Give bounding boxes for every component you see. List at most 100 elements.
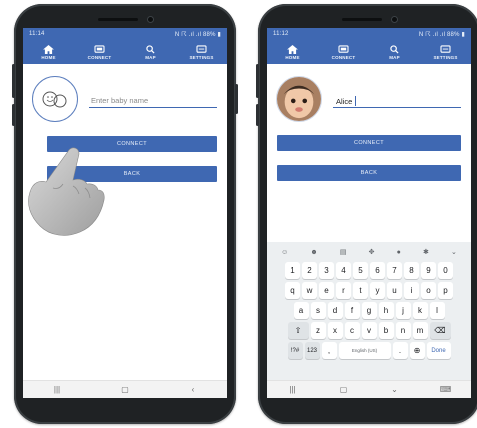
letter-key-y[interactable]: y: [370, 282, 385, 299]
nav-home-label: HOME: [285, 54, 300, 60]
connect-icon: [338, 44, 349, 53]
text-caret: [355, 96, 356, 106]
recents-icon[interactable]: |||: [283, 385, 303, 394]
nav-connect[interactable]: CONNECT: [76, 44, 124, 60]
left-screen: 11:14 N ☈ .ıl .ıl 88% ▮ HOME CONNECT MAP…: [23, 28, 227, 398]
power-button[interactable]: [235, 84, 238, 114]
letter-key-p[interactable]: p: [438, 282, 453, 299]
volume-down-button[interactable]: [256, 104, 259, 126]
settings-icon: [196, 44, 207, 53]
letter-key-d[interactable]: d: [327, 302, 343, 319]
home-icon: [43, 44, 54, 54]
number-key-2[interactable]: 2: [302, 262, 317, 279]
back-button[interactable]: BACK: [277, 165, 461, 181]
recents-icon[interactable]: |||: [47, 385, 67, 394]
letter-key-m[interactable]: m: [412, 322, 428, 339]
letter-key-u[interactable]: u: [387, 282, 402, 299]
home-nav-icon[interactable]: ▢: [115, 385, 135, 394]
volume-down-button[interactable]: [12, 104, 15, 126]
letter-key-g[interactable]: g: [361, 302, 377, 319]
letter-key-k[interactable]: k: [412, 302, 428, 319]
nav-home[interactable]: HOME: [25, 44, 73, 60]
letter-key-h[interactable]: h: [378, 302, 394, 319]
keyboard-bottom-row: !?# 123 , English (US) . ⊕ Done: [270, 342, 468, 359]
number-key-3[interactable]: 3: [319, 262, 334, 279]
globe-icon[interactable]: ⊕: [409, 342, 425, 359]
nav-map-label: MAP: [145, 54, 156, 60]
letter-key-i[interactable]: i: [404, 282, 419, 299]
keyboard-number-row: 1234567890: [270, 262, 468, 279]
letter-key-v[interactable]: v: [361, 322, 377, 339]
map-search-icon: [390, 44, 399, 54]
nav-home[interactable]: HOME: [269, 44, 317, 60]
letter-key-t[interactable]: t: [353, 282, 368, 299]
number-key-1[interactable]: 1: [285, 262, 300, 279]
top-bezel: [258, 12, 477, 26]
letter-key-w[interactable]: w: [302, 282, 317, 299]
letter-key-a[interactable]: a: [293, 302, 309, 319]
letter-key-f[interactable]: f: [344, 302, 360, 319]
keyboard-settings-icon[interactable]: ✱: [423, 248, 429, 256]
period-key[interactable]: .: [392, 342, 408, 359]
letter-key-r[interactable]: r: [336, 282, 351, 299]
right-screen: 11:12 N ☈ .ıl .ıl 88% ▮ HOME CONNECT MAP…: [267, 28, 471, 398]
baby-photo[interactable]: [276, 76, 322, 122]
connect-button[interactable]: CONNECT: [277, 135, 461, 151]
sticker-icon[interactable]: ☻: [310, 249, 317, 256]
emoji-icon[interactable]: ☺: [281, 249, 288, 256]
cursor-move-icon[interactable]: ✥: [369, 248, 375, 256]
number-key-8[interactable]: 8: [404, 262, 419, 279]
nav-settings[interactable]: SETTINGS: [178, 44, 226, 60]
keyboard-switch-icon[interactable]: ⌨: [436, 385, 456, 394]
front-camera: [391, 16, 397, 22]
numbers-key[interactable]: 123: [304, 342, 320, 359]
add-photo-button[interactable]: [32, 76, 78, 122]
done-key[interactable]: Done: [426, 342, 451, 359]
shift-key[interactable]: ⇧: [287, 322, 309, 339]
system-nav-bar: ||| ▢ ⌄ ⌨: [267, 380, 471, 398]
number-key-7[interactable]: 7: [387, 262, 402, 279]
volume-up-button[interactable]: [12, 64, 15, 98]
nav-map[interactable]: MAP: [371, 44, 419, 60]
letter-key-z[interactable]: z: [310, 322, 326, 339]
letter-key-j[interactable]: j: [395, 302, 411, 319]
space-key[interactable]: English (US): [338, 342, 391, 359]
backspace-key[interactable]: ⌫: [429, 322, 451, 339]
baby-name-input[interactable]: [89, 94, 217, 108]
letter-key-l[interactable]: l: [429, 302, 445, 319]
status-bar: 11:12 N ☈ .ıl .ıl 88% ▮: [267, 28, 471, 40]
microphone-icon[interactable]: ●: [397, 249, 401, 256]
number-key-5[interactable]: 5: [353, 262, 368, 279]
nav-connect-label: CONNECT: [87, 54, 112, 60]
volume-up-button[interactable]: [256, 64, 259, 98]
nav-connect-label: CONNECT: [331, 54, 356, 60]
number-key-9[interactable]: 9: [421, 262, 436, 279]
map-search-icon: [146, 44, 155, 54]
number-key-0[interactable]: 0: [438, 262, 453, 279]
keyboard-collapse-icon[interactable]: ⌄: [451, 248, 457, 256]
status-bar: 11:14 N ☈ .ıl .ıl 88% ▮: [23, 28, 227, 40]
letter-key-n[interactable]: n: [395, 322, 411, 339]
comma-key[interactable]: ,: [321, 342, 337, 359]
nav-map[interactable]: MAP: [127, 44, 175, 60]
baby-placeholder-icon: [42, 91, 67, 108]
nav-connect[interactable]: CONNECT: [320, 44, 368, 60]
letter-key-o[interactable]: o: [421, 282, 436, 299]
letter-key-c[interactable]: c: [344, 322, 360, 339]
letter-key-b[interactable]: b: [378, 322, 394, 339]
earpiece-speaker: [341, 17, 382, 21]
letter-key-x[interactable]: x: [327, 322, 343, 339]
number-key-4[interactable]: 4: [336, 262, 351, 279]
home-nav-icon[interactable]: ▢: [334, 385, 354, 394]
number-key-6[interactable]: 6: [370, 262, 385, 279]
nav-settings[interactable]: SETTINGS: [422, 44, 470, 60]
clipboard-icon[interactable]: ▤: [340, 248, 347, 256]
symbols-key[interactable]: !?#: [287, 342, 303, 359]
hide-keyboard-icon[interactable]: ⌄: [385, 385, 405, 394]
status-indicators: N ☈ .ıl .ıl 88% ▮: [174, 31, 221, 38]
letter-key-q[interactable]: q: [285, 282, 300, 299]
letter-key-s[interactable]: s: [310, 302, 326, 319]
nav-settings-label: SETTINGS: [433, 54, 458, 60]
back-nav-icon[interactable]: ‹: [183, 385, 203, 394]
letter-key-e[interactable]: e: [319, 282, 334, 299]
